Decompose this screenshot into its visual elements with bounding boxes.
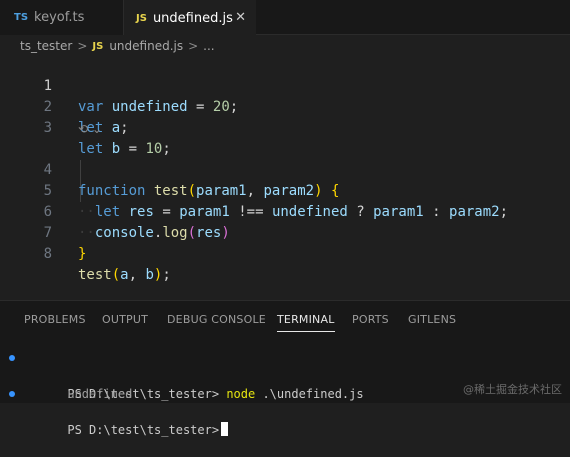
terminal-cursor — [221, 422, 229, 436]
line-number: 8 — [43, 246, 52, 262]
breadcrumb-file[interactable]: undefined.js — [109, 39, 183, 53]
token: , — [128, 267, 138, 283]
terminal-line: PS D:\test\ts_tester> node .\undefined.j… — [9, 349, 364, 401]
code-line[interactable]: 6 ··console.log(res) — [0, 181, 570, 241]
code-line[interactable]: 8 test(a, b); — [0, 223, 570, 283]
terminal-argument: .\undefined.js — [262, 387, 364, 401]
breadcrumb: ts_tester > JS undefined.js > ... — [0, 36, 570, 56]
code-line[interactable]: 5 ··let res = param1 !== undefined ? par… — [0, 160, 570, 220]
terminal-command: node — [226, 387, 256, 401]
tab-output[interactable]: OUTPUT — [102, 313, 148, 326]
tab-debug-console[interactable]: DEBUG CONSOLE — [167, 313, 266, 326]
javascript-file-icon: JS — [136, 12, 147, 24]
command-status-icon[interactable] — [9, 355, 15, 361]
editor-tab-bar: TS keyof.ts JS undefined.js ✕ — [0, 0, 570, 36]
inlay-hint-icon[interactable]: ⟲ ⌄ — [78, 122, 102, 136]
token: a — [120, 267, 129, 283]
token: ; — [120, 120, 129, 136]
chevron-right-icon: > — [77, 39, 88, 53]
close-icon[interactable]: ✕ — [235, 10, 246, 25]
code-line[interactable]: 3 let b = 10; — [0, 97, 570, 157]
breadcrumb-more[interactable]: ... — [203, 39, 214, 53]
terminal-line: undefined — [10, 367, 132, 401]
tab-label: undefined.js — [152, 10, 233, 26]
watermark: @稀土掘金技术社区 — [463, 383, 562, 396]
tab-terminal[interactable]: TERMINAL — [277, 313, 335, 332]
javascript-file-icon: JS — [92, 40, 104, 52]
tab-ports[interactable]: PORTS — [352, 313, 389, 326]
terminal-line: PS D:\test\ts_tester> — [9, 385, 229, 437]
tab-gitlens[interactable]: GITLENS — [408, 313, 456, 326]
token: b — [145, 267, 154, 283]
chevron-right-icon: > — [188, 39, 199, 53]
tab-keyof-ts[interactable]: TS keyof.ts — [0, 0, 124, 35]
token: ( — [111, 267, 121, 283]
token: } — [78, 246, 87, 262]
line-number: 3 — [43, 120, 52, 136]
token: ; — [162, 267, 171, 283]
code-editor[interactable]: 1 var undefined = 20; 2 let a; 3 let b =… — [0, 55, 570, 300]
code-line[interactable]: 1 var undefined = 20; — [0, 55, 570, 115]
tab-problems[interactable]: PROBLEMS — [24, 313, 86, 326]
token: test — [78, 267, 112, 283]
panel-tabs: PROBLEMS OUTPUT DEBUG CONSOLE TERMINAL P… — [0, 309, 570, 332]
code-line[interactable]: 2 let a; — [0, 76, 570, 136]
token: a — [111, 120, 121, 136]
bottom-panel: PROBLEMS OUTPUT DEBUG CONSOLE TERMINAL P… — [0, 300, 570, 437]
code-line[interactable]: 4 function test(param1, param2) { — [0, 139, 570, 199]
code-line[interactable]: 7 } — [0, 202, 570, 262]
command-status-icon[interactable] — [9, 391, 15, 397]
tab-undefined-js[interactable]: JS undefined.js ✕ — [124, 0, 256, 36]
terminal-prompt: PS D:\test\ts_tester> — [67, 423, 220, 437]
tab-label: keyof.ts — [34, 10, 85, 25]
typescript-file-icon: TS — [14, 12, 29, 23]
breadcrumb-folder[interactable]: ts_tester — [20, 39, 72, 53]
